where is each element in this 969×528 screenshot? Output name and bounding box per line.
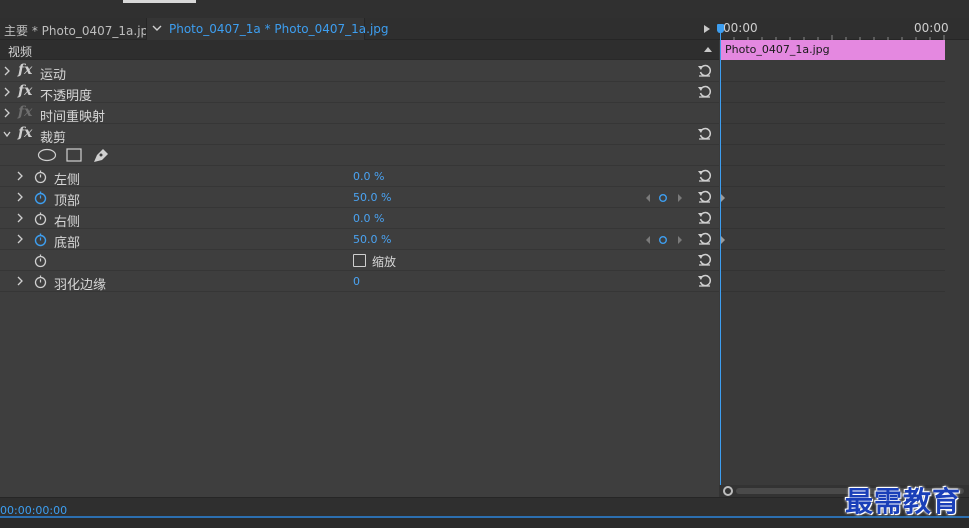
video-section-label: 视频 (8, 45, 33, 59)
param-row-right[interactable]: 右侧 0.0 % (0, 208, 719, 230)
zoom-checkbox[interactable] (353, 254, 366, 267)
effect-row-crop[interactable]: fx 裁剪 (0, 124, 719, 146)
timeline-row-divider (721, 207, 945, 208)
timeline-row-divider (721, 186, 945, 187)
chevron-right-icon[interactable] (3, 86, 11, 98)
play-icon[interactable] (704, 25, 710, 33)
video-section-header[interactable]: 视频 (0, 40, 719, 60)
keyframe-navigator[interactable] (644, 192, 688, 204)
reset-icon[interactable] (697, 273, 712, 288)
pen-mask-icon[interactable] (92, 147, 110, 163)
master-clip-tab[interactable]: 主要 * Photo_0407_1a.jpg (4, 22, 156, 39)
watermark-logo: 最需教育 (845, 485, 962, 518)
keyframe-marker[interactable] (721, 194, 725, 202)
fx-icon[interactable]: fx (18, 83, 32, 99)
reset-icon[interactable] (697, 63, 712, 78)
reset-icon[interactable] (697, 84, 712, 99)
timeline-end-timecode: 00:00 (914, 21, 949, 35)
mini-timeline[interactable] (719, 40, 969, 497)
param-value[interactable]: 0 (353, 275, 360, 288)
timeline-row-divider (721, 165, 945, 166)
param-label: 右侧 (54, 215, 81, 230)
timeline-row-divider (721, 81, 945, 82)
param-label: 顶部 (54, 194, 81, 209)
effect-row-motion[interactable]: fx 运动 (0, 61, 719, 83)
chevron-right-icon[interactable] (3, 107, 11, 119)
timeline-row-divider (721, 249, 945, 250)
param-value[interactable]: 0.0 % (353, 170, 384, 183)
reset-icon[interactable] (697, 210, 712, 225)
chevron-right-icon[interactable] (16, 212, 24, 224)
mask-tools (0, 145, 719, 166)
chevron-right-icon[interactable] (3, 65, 11, 77)
param-label: 底部 (54, 236, 81, 251)
effect-controls-panel: 主要 * Photo_0407_1a.jpg Photo_0407_1a * P… (0, 0, 969, 528)
stopwatch-active-icon[interactable] (33, 232, 48, 247)
effect-name: 运动 (40, 68, 67, 83)
effect-row-opacity[interactable]: fx 不透明度 (0, 82, 719, 104)
chevron-down-icon[interactable] (3, 128, 11, 140)
timeline-start-timecode: 00:00 (723, 21, 758, 35)
zoom-handle[interactable] (723, 486, 733, 496)
stopwatch-icon[interactable] (33, 169, 48, 184)
chevron-right-icon[interactable] (16, 170, 24, 182)
clip-selector-label: Photo_0407_1a * Photo_0407_1a.jpg (169, 22, 389, 36)
chevron-right-icon[interactable] (16, 233, 24, 245)
fx-icon: fx (18, 104, 33, 120)
chevron-right-icon[interactable] (16, 191, 24, 203)
clip-selector[interactable]: Photo_0407_1a * Photo_0407_1a.jpg (146, 18, 389, 40)
param-row-left[interactable]: 左侧 0.0 % (0, 166, 719, 188)
timeline-clip[interactable]: Photo_0407_1a.jpg (721, 40, 945, 60)
param-label: 左侧 (54, 173, 81, 188)
reset-icon[interactable] (697, 189, 712, 204)
reset-icon[interactable] (697, 126, 712, 141)
source-header: 主要 * Photo_0407_1a.jpg Photo_0407_1a * P… (0, 18, 969, 40)
panel-tab-strip (0, 0, 969, 18)
stopwatch-icon[interactable] (33, 253, 48, 268)
reset-icon[interactable] (697, 252, 712, 267)
effect-row-time-remap[interactable]: fx 时间重映射 (0, 103, 719, 125)
reset-icon[interactable] (697, 231, 712, 246)
playhead-line[interactable] (720, 24, 721, 491)
timeline-row-divider (721, 102, 945, 103)
timeline-row-divider (721, 270, 945, 271)
effect-name: 不透明度 (40, 89, 93, 104)
timeline-row-divider (721, 228, 945, 229)
active-tab-indicator (123, 0, 196, 3)
playhead-handle[interactable] (717, 24, 724, 33)
stopwatch-active-icon[interactable] (33, 190, 48, 205)
ellipse-mask-icon[interactable] (37, 147, 57, 163)
timeline-clip-label: Photo_0407_1a.jpg (725, 43, 830, 56)
fx-icon[interactable]: fx (18, 62, 32, 78)
timeline-row-divider (721, 144, 945, 145)
reset-icon[interactable] (697, 168, 712, 183)
keyframe-navigator[interactable] (644, 234, 688, 246)
param-row-zoom[interactable]: 缩放 (0, 250, 719, 271)
chevron-down-icon[interactable] (151, 21, 163, 35)
stopwatch-icon[interactable] (33, 274, 48, 289)
effect-name: 裁剪 (40, 131, 67, 146)
param-row-bottom[interactable]: 底部 50.0 % (0, 229, 719, 251)
param-label: 羽化边缘 (54, 278, 107, 293)
param-value[interactable]: 0.0 % (353, 212, 384, 225)
param-row-feather[interactable]: 羽化边缘 0 (0, 271, 719, 293)
keyframe-marker[interactable] (721, 236, 725, 244)
timeline-row-divider (721, 123, 945, 124)
effect-name: 时间重映射 (40, 110, 106, 125)
fx-icon[interactable]: fx (18, 125, 32, 141)
param-value[interactable]: 50.0 % (353, 233, 391, 246)
param-row-top[interactable]: 顶部 50.0 % (0, 187, 719, 209)
bottom-strip (0, 518, 969, 528)
zoom-checkbox-label[interactable]: 缩放 (372, 253, 396, 270)
collapse-up-icon[interactable] (704, 47, 712, 52)
timeline-row-divider (721, 291, 945, 292)
rectangle-mask-icon[interactable] (65, 147, 83, 163)
param-value[interactable]: 50.0 % (353, 191, 391, 204)
chevron-right-icon[interactable] (16, 275, 24, 287)
stopwatch-icon[interactable] (33, 211, 48, 226)
